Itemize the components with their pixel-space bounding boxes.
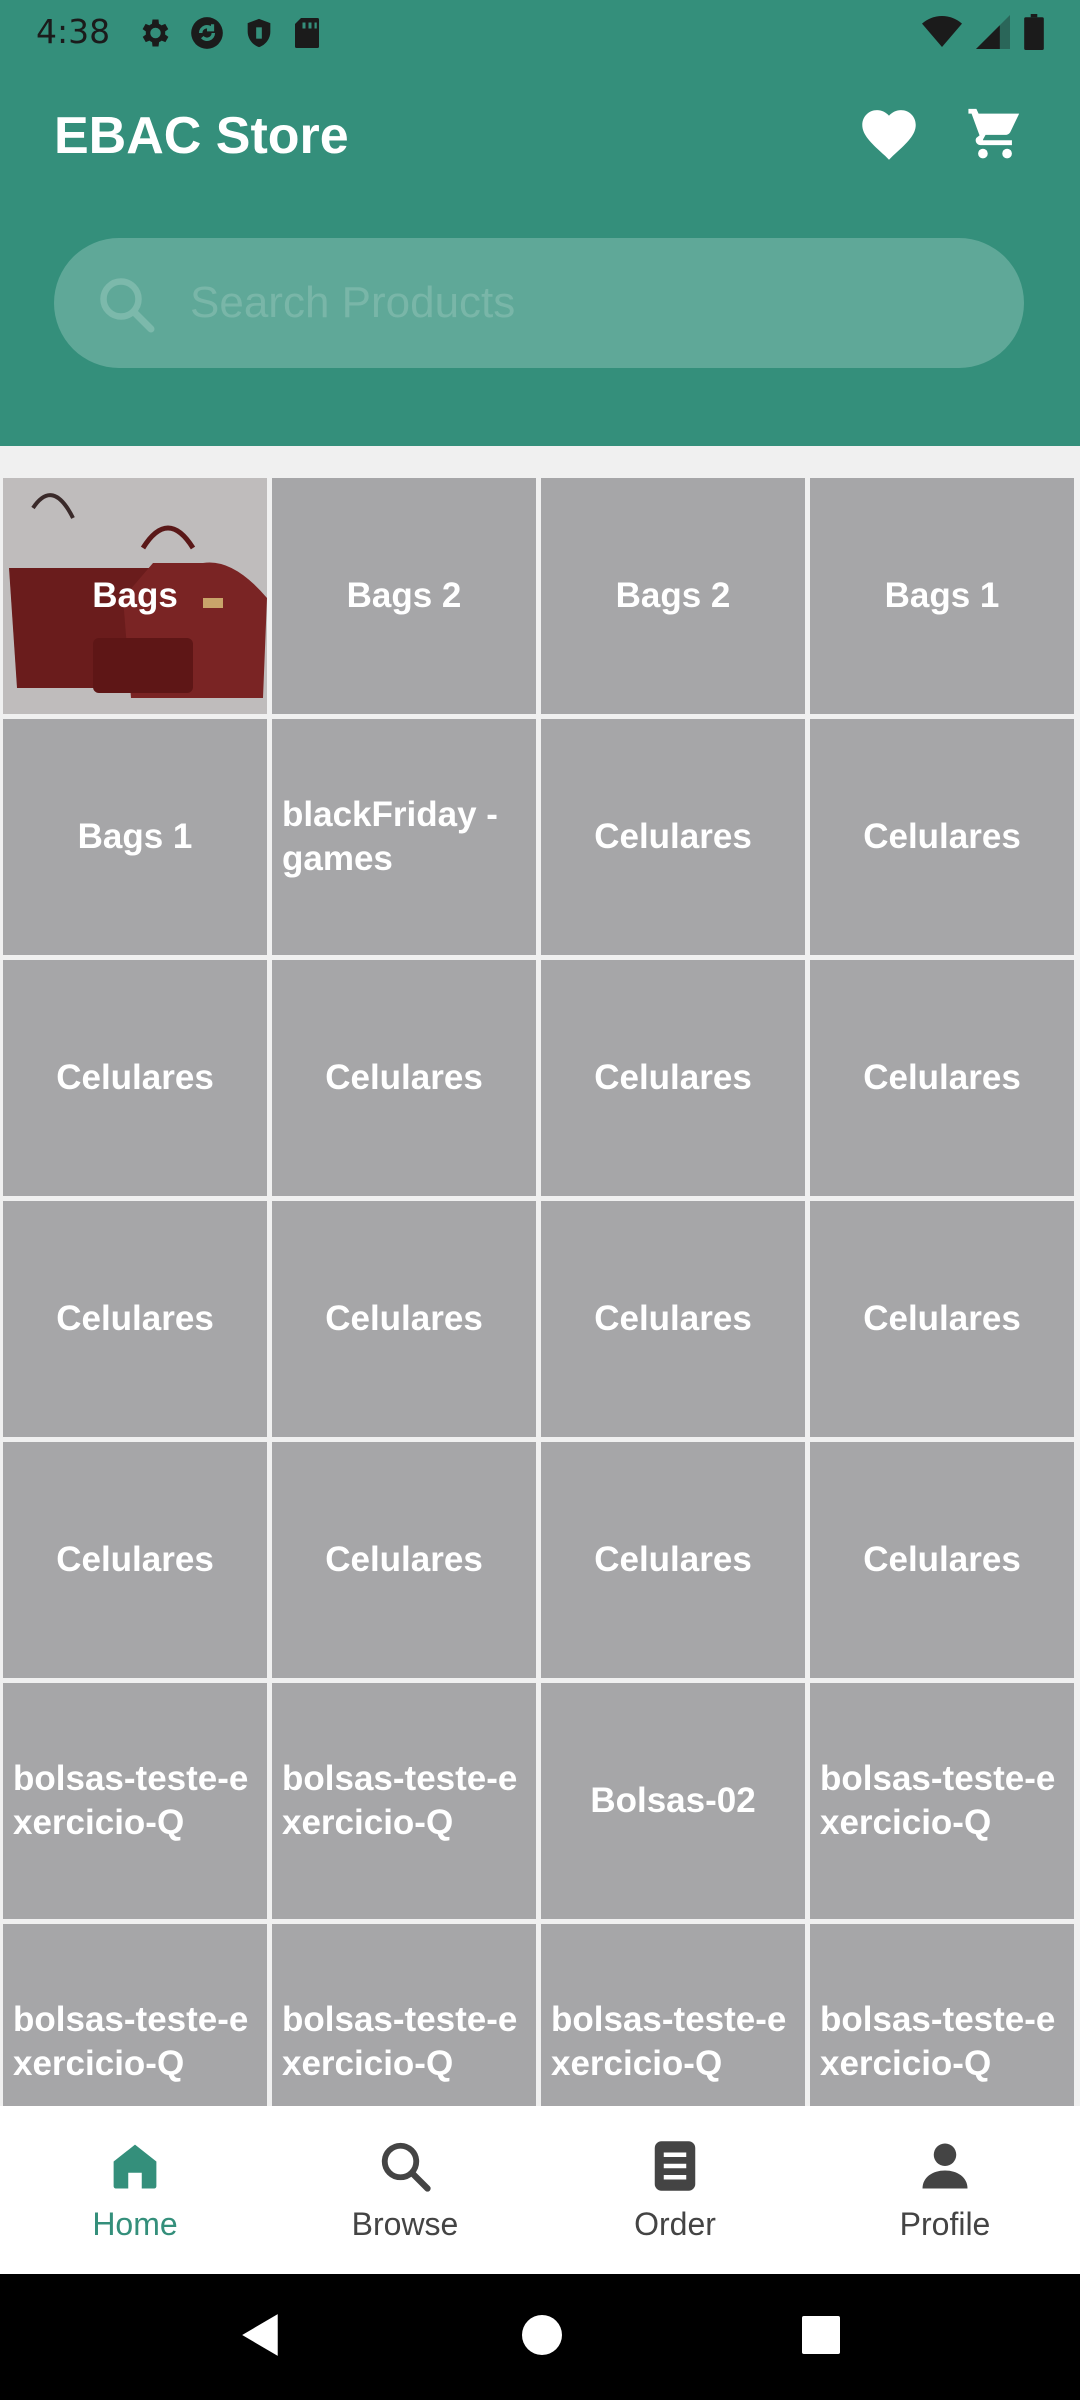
- category-label: bolsas-teste-exercicio-Q: [282, 2000, 518, 2083]
- bottom-nav: Home Browse Order Profile: [0, 2106, 1080, 2274]
- gear-icon: [136, 15, 172, 55]
- category-tile[interactable]: Celulares: [810, 1442, 1074, 1678]
- status-bar: 4:38: [0, 0, 1080, 66]
- profile-icon: [915, 2136, 975, 2196]
- status-left-icons: [136, 14, 322, 56]
- back-icon[interactable]: [240, 2312, 282, 2362]
- category-label: Celulares: [325, 1299, 483, 1338]
- category-tile[interactable]: bolsas-teste-exercicio-Q: [810, 1924, 1074, 2106]
- app-header: EBAC Store: [0, 66, 1080, 446]
- category-label: Bags 2: [615, 576, 731, 615]
- nav-item-profile[interactable]: Profile: [810, 2106, 1080, 2274]
- category-label: bolsas-teste-exercicio-Q: [820, 1759, 1056, 1842]
- category-label: Celulares: [56, 1058, 214, 1097]
- category-label: Celulares: [56, 1540, 214, 1579]
- category-tile[interactable]: Celulares: [541, 719, 805, 955]
- category-grid: Bags Bags 2 Bags 2 Bags 1 Bags 1 blackFr…: [0, 478, 1080, 2106]
- category-tile[interactable]: Celulares: [272, 1442, 536, 1678]
- home-icon: [105, 2136, 165, 2196]
- nav-item-order[interactable]: Order: [540, 2106, 810, 2274]
- category-tile[interactable]: Celulares: [810, 960, 1074, 1196]
- cart-button[interactable]: [960, 100, 1030, 170]
- category-label: Celulares: [594, 1058, 752, 1097]
- nav-label-profile: Profile: [899, 2206, 991, 2242]
- signal-icon: [976, 15, 1010, 53]
- category-tile[interactable]: bolsas-teste-exercicio-Q: [541, 1924, 805, 2106]
- category-label: bolsas-teste-exercicio-Q: [13, 2000, 249, 2083]
- status-right-icons: [922, 14, 1044, 54]
- status-time: 4:38: [36, 12, 111, 51]
- sync-icon: [188, 14, 226, 56]
- category-label: Celulares: [863, 817, 1021, 856]
- category-label: blackFriday - games: [282, 795, 498, 878]
- category-tile[interactable]: Celulares: [3, 960, 267, 1196]
- shield-icon: [242, 15, 276, 55]
- search-bar[interactable]: [54, 238, 1024, 368]
- category-label: Bags 2: [346, 576, 462, 615]
- battery-icon: [1024, 14, 1044, 54]
- nav-label-order: Order: [634, 2206, 716, 2242]
- order-icon: [645, 2136, 705, 2196]
- search-icon: [96, 274, 156, 338]
- category-tile[interactable]: bolsas-teste-exercicio-Q: [3, 1924, 267, 2106]
- search-input[interactable]: [190, 238, 990, 368]
- category-label: Celulares: [594, 1299, 752, 1338]
- category-label: Celulares: [863, 1058, 1021, 1097]
- category-label: Bolsas-02: [590, 1781, 756, 1820]
- category-tile[interactable]: Celulares: [3, 1442, 267, 1678]
- recents-icon[interactable]: [802, 2316, 840, 2358]
- category-label: bolsas-teste-exercicio-Q: [820, 2000, 1056, 2083]
- nav-item-home[interactable]: Home: [0, 2106, 270, 2274]
- category-tile[interactable]: Celulares: [810, 719, 1074, 955]
- category-tile[interactable]: bolsas-teste-exercicio-Q: [272, 1683, 536, 1919]
- category-tile[interactable]: Bolsas-02: [541, 1683, 805, 1919]
- category-tile[interactable]: Bags 1: [3, 719, 267, 955]
- category-tile[interactable]: bolsas-teste-exercicio-Q: [3, 1683, 267, 1919]
- category-tile[interactable]: Bags: [3, 478, 267, 714]
- category-tile[interactable]: bolsas-teste-exercicio-Q: [272, 1924, 536, 2106]
- category-tile[interactable]: blackFriday - games: [272, 719, 536, 955]
- category-label: Celulares: [863, 1540, 1021, 1579]
- category-label: Bags 1: [77, 817, 193, 856]
- category-grid-inner: Bags Bags 2 Bags 2 Bags 1 Bags 1 blackFr…: [0, 478, 1080, 2106]
- cart-icon: [965, 104, 1025, 166]
- category-tile[interactable]: Celulares: [272, 960, 536, 1196]
- category-label: bolsas-teste-exercicio-Q: [551, 2000, 787, 2083]
- category-label: Bags: [92, 576, 178, 615]
- category-label: bolsas-teste-exercicio-Q: [13, 1759, 249, 1842]
- nav-label-browse: Browse: [351, 2206, 459, 2242]
- nav-label-home: Home: [92, 2206, 178, 2242]
- category-tile[interactable]: bolsas-teste-exercicio-Q: [810, 1683, 1074, 1919]
- category-label: Celulares: [594, 1540, 752, 1579]
- category-label: Celulares: [863, 1299, 1021, 1338]
- favorites-button[interactable]: [854, 100, 924, 170]
- heart-icon: [858, 105, 920, 165]
- category-tile[interactable]: Celulares: [3, 1201, 267, 1437]
- app-title: EBAC Store: [54, 107, 349, 165]
- category-label: bolsas-teste-exercicio-Q: [282, 1759, 518, 1842]
- sd-card-icon: [292, 15, 322, 55]
- system-nav-bar: [0, 2274, 1080, 2400]
- wifi-icon: [922, 15, 962, 53]
- category-tile[interactable]: Bags 1: [810, 478, 1074, 714]
- category-label: Celulares: [325, 1540, 483, 1579]
- search-icon: [375, 2136, 435, 2196]
- category-tile[interactable]: Celulares: [810, 1201, 1074, 1437]
- category-tile[interactable]: Bags 2: [541, 478, 805, 714]
- category-tile[interactable]: Celulares: [541, 1442, 805, 1678]
- category-label: Celulares: [594, 817, 752, 856]
- category-label: Celulares: [325, 1058, 483, 1097]
- category-label: Bags 1: [884, 576, 1000, 615]
- nav-item-browse[interactable]: Browse: [270, 2106, 540, 2274]
- category-tile[interactable]: Celulares: [541, 960, 805, 1196]
- category-tile[interactable]: Celulares: [541, 1201, 805, 1437]
- category-label: Celulares: [56, 1299, 214, 1338]
- home-button-icon[interactable]: [522, 2315, 562, 2359]
- category-tile[interactable]: Celulares: [272, 1201, 536, 1437]
- category-tile[interactable]: Bags 2: [272, 478, 536, 714]
